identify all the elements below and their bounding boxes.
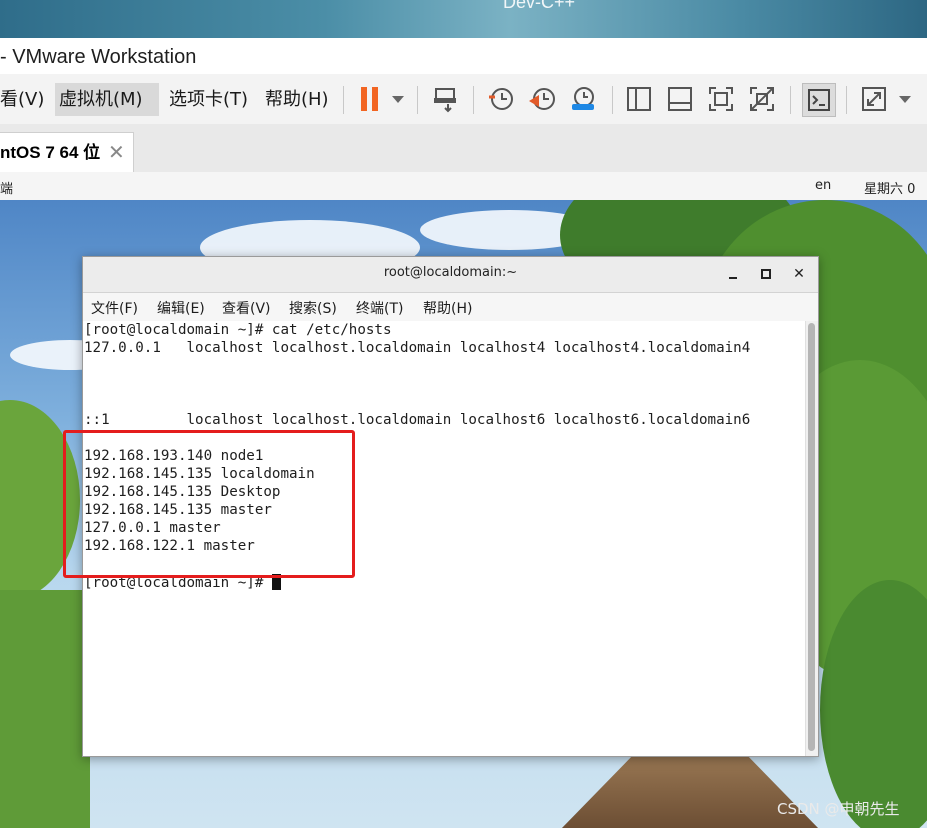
terminal-line: 127.0.0.1 localhost localhost.localdomai…: [84, 340, 751, 356]
dropdown-icon[interactable]: [890, 84, 920, 114]
terminal-line: ::1 localhost localhost.localdomain loca…: [84, 412, 751, 428]
unity-icon[interactable]: [747, 84, 777, 114]
toolbar-separator: [417, 86, 418, 114]
terminal-menu-file[interactable]: 文件(F): [91, 298, 138, 318]
console-view-icon[interactable]: [802, 83, 836, 117]
close-icon[interactable]: ✕: [108, 133, 125, 173]
dropdown-icon[interactable]: [383, 84, 413, 114]
terminal-menu-search[interactable]: 搜索(S): [289, 298, 337, 318]
terminal-titlebar[interactable]: root@localdomain:~ ✕: [83, 257, 818, 293]
fullscreen-icon[interactable]: [706, 84, 736, 114]
menu-help[interactable]: 帮助(H): [261, 83, 333, 116]
terminal-line: [root@localdomain ~]# cat /etc/hosts: [84, 322, 392, 338]
vm-tabbar: ntOS 7 64 位 ✕: [0, 124, 927, 173]
menu-vm[interactable]: 虚拟机(M): [55, 83, 159, 116]
terminal-menubar: 文件(F) 编辑(E) 查看(V) 搜索(S) 终端(T) 帮助(H): [83, 293, 818, 322]
menu-tabs[interactable]: 选项卡(T): [165, 83, 252, 116]
manage-snapshots-icon[interactable]: [568, 84, 598, 114]
toolbar-separator: [612, 86, 613, 114]
terminal-menu-edit[interactable]: 编辑(E): [157, 298, 205, 318]
host-window-strip: Dev-C++: [0, 0, 927, 38]
input-language[interactable]: en: [815, 178, 831, 193]
close-icon[interactable]: ✕: [791, 266, 807, 282]
menu-view[interactable]: 看(V): [0, 83, 48, 116]
sidebar-view-icon[interactable]: [624, 84, 654, 114]
terminal-title: root@localdomain:~: [383, 265, 518, 280]
stretch-icon[interactable]: [859, 84, 889, 114]
vm-tab-label: ntOS 7 64 位: [0, 143, 101, 162]
terminal-menu-view[interactable]: 查看(V): [222, 298, 271, 318]
scrollbar-thumb[interactable]: [808, 323, 815, 751]
vmware-title: - VMware Workstation: [0, 46, 197, 68]
send-keys-icon[interactable]: [431, 84, 461, 114]
toolbar-separator: [343, 86, 344, 114]
vmware-menubar: 看(V) 虚拟机(M) 选项卡(T) 帮助(H): [0, 74, 927, 125]
pause-icon[interactable]: [355, 84, 385, 114]
gnome-top-bar: 端 en 星期六 0: [0, 172, 927, 200]
host-window-title: Dev-C++: [503, 0, 576, 12]
watermark: CSDN @申朝先生: [777, 800, 900, 818]
toolbar-separator: [790, 86, 791, 114]
highlight-box: [63, 430, 355, 578]
terminal-scrollbar[interactable]: [805, 321, 818, 756]
vm-tab[interactable]: ntOS 7 64 位 ✕: [0, 132, 134, 173]
thumbnail-view-icon[interactable]: [665, 84, 695, 114]
terminal-menu-terminal[interactable]: 终端(T): [356, 298, 403, 318]
clock[interactable]: 星期六 0: [864, 178, 915, 197]
minimize-icon[interactable]: [725, 266, 741, 282]
terminal-menu-help[interactable]: 帮助(H): [423, 298, 472, 318]
toolbar-separator: [473, 86, 474, 114]
gnome-activities-label[interactable]: 端: [0, 178, 13, 197]
revert-snapshot-icon[interactable]: [527, 84, 557, 114]
toolbar-separator: [846, 86, 847, 114]
maximize-icon[interactable]: [758, 266, 774, 282]
snapshot-icon[interactable]: [486, 84, 516, 114]
vmware-titlebar: - VMware Workstation: [0, 38, 927, 74]
